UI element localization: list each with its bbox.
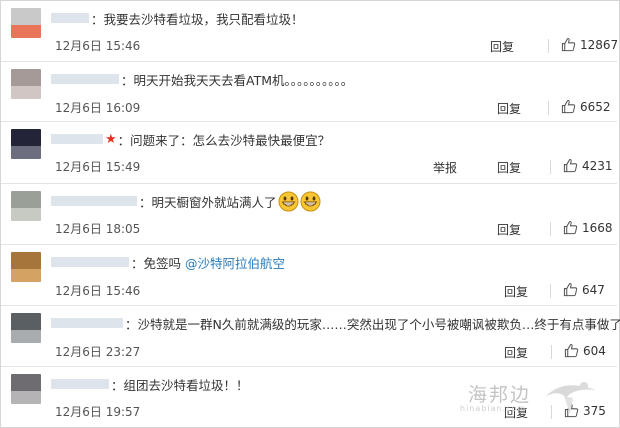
- like-count: 604: [583, 343, 606, 358]
- username-blurred[interactable]: [51, 318, 123, 328]
- avatar[interactable]: [11, 374, 41, 404]
- comment-text-line: ★ ：问题来了：怎么去沙特最快最便宜？: [51, 130, 330, 148]
- reply-button[interactable]: 回复: [504, 283, 528, 300]
- like-button[interactable]: 1668: [563, 220, 613, 235]
- comment-time: 12月6日 23:27: [55, 345, 141, 359]
- username-blurred[interactable]: [51, 74, 119, 84]
- reply-button[interactable]: 回复: [497, 100, 521, 117]
- comment-text: ：组团去沙特看垃圾！！: [111, 377, 249, 393]
- comment-time: 12月6日 15:46: [55, 284, 141, 298]
- like-button[interactable]: 647: [563, 282, 605, 297]
- comment-text: ：免签吗: [131, 255, 182, 271]
- reply-button[interactable]: 回复: [497, 221, 521, 238]
- avatar[interactable]: [11, 129, 41, 159]
- report-button[interactable]: 举报: [433, 159, 457, 176]
- like-count: 4231: [582, 158, 613, 173]
- avatar[interactable]: [11, 69, 41, 99]
- comment-text-line: ：我要去沙特看垃圾，我只配看垃圾！: [51, 9, 304, 27]
- comment-text-line: ：组团去沙特看垃圾！！: [51, 375, 249, 393]
- username-blurred[interactable]: [51, 134, 103, 144]
- comment-item: ★ ：问题来了：怎么去沙特最快最便宜？ 12月6日 15:49 举报 回复 4231: [1, 121, 617, 184]
- comment-item: ：我要去沙特看垃圾，我只配看垃圾！ 12月6日 15:46 回复 12867: [1, 0, 618, 62]
- like-count: 1668: [582, 220, 613, 235]
- action-divider: [550, 222, 551, 236]
- avatar[interactable]: [11, 252, 41, 282]
- like-count: 647: [582, 282, 605, 297]
- comment-text: ：明天开始我天天去看ATM机。。。。。。。。。。: [121, 72, 354, 88]
- like-count: 12867: [580, 37, 619, 52]
- comment-time: 12月6日 19:57: [55, 405, 141, 419]
- watermark-subtext: hinabian.com: [460, 404, 527, 413]
- username-blurred[interactable]: [51, 379, 109, 389]
- watermark-logo: [540, 374, 600, 422]
- avatar[interactable]: [11, 191, 41, 221]
- username-blurred[interactable]: [51, 13, 89, 23]
- like-button[interactable]: 6652: [561, 99, 611, 114]
- action-divider: [548, 39, 549, 53]
- action-divider: [550, 160, 551, 174]
- comment-text: ：我要去沙特看垃圾，我只配看垃圾！: [91, 11, 304, 27]
- thumbs-up-icon: [563, 159, 578, 173]
- star-icon: ★: [105, 131, 117, 147]
- comment-item: ：免签吗 @沙特阿拉伯航空 12月6日 15:46 回复 647: [1, 244, 617, 306]
- comment-text: ：明天橱窗外就站满人了: [139, 194, 277, 210]
- username-blurred[interactable]: [51, 196, 137, 206]
- thumbs-up-icon: [563, 221, 578, 235]
- comment-time: 12月6日 18:05: [55, 222, 141, 236]
- like-count: 6652: [580, 99, 611, 114]
- like-button[interactable]: 604: [564, 343, 606, 358]
- comment-time: 12月6日 15:49: [55, 160, 141, 174]
- comment-item: ：明天开始我天天去看ATM机。。。。。。。。。。 12月6日 16:09 回复 665…: [1, 61, 617, 122]
- comment-time: 12月6日 16:09: [55, 101, 141, 115]
- mention-link[interactable]: @沙特阿拉伯航空: [185, 253, 285, 272]
- comment-time: 12月6日 15:46: [55, 39, 141, 53]
- thumbs-up-icon: [563, 283, 578, 297]
- action-divider: [551, 345, 552, 359]
- grin-emoji-icon: [300, 191, 321, 212]
- like-button[interactable]: 4231: [563, 158, 613, 173]
- reply-button[interactable]: 回复: [497, 159, 521, 176]
- comment-text-line: ：明天橱窗外就站满人了: [51, 191, 321, 212]
- comment-item: ：沙特就是一群N久前就满级的玩家……突然出现了个小号被嘲讽被欺负…终于有点事做了…: [1, 305, 620, 367]
- thumbs-up-icon: [564, 344, 579, 358]
- comment-text-line: ：沙特就是一群N久前就满级的玩家……突然出现了个小号被嘲讽被欺负…终于有点事做了…: [51, 314, 620, 332]
- action-divider: [548, 101, 549, 115]
- like-button[interactable]: 12867: [561, 37, 618, 52]
- thumbs-up-icon: [561, 100, 576, 114]
- thumbs-up-icon: [561, 38, 576, 52]
- reply-button[interactable]: 回复: [504, 344, 528, 361]
- avatar[interactable]: [11, 8, 41, 38]
- comment-text: ：问题来了：怎么去沙特最快最便宜？: [117, 132, 331, 148]
- avatar[interactable]: [11, 313, 41, 343]
- grin-emoji-icon: [278, 191, 299, 212]
- comment-text-line: ：免签吗 @沙特阿拉伯航空: [51, 253, 285, 271]
- username-blurred[interactable]: [51, 257, 129, 267]
- comment-text-line: ：明天开始我天天去看ATM机。。。。。。。。。。: [51, 70, 353, 88]
- reply-button[interactable]: 回复: [490, 38, 514, 55]
- action-divider: [550, 284, 551, 298]
- watermark-text: 海邦边: [468, 384, 532, 406]
- comment-text: ：沙特就是一群N久前就满级的玩家……突然出现了个小号被嘲讽被欺负…终于有点事做了…: [125, 316, 620, 332]
- comment-item: ：明天橱窗外就站满人了 12月6日 18:05 回复 1668: [1, 183, 617, 245]
